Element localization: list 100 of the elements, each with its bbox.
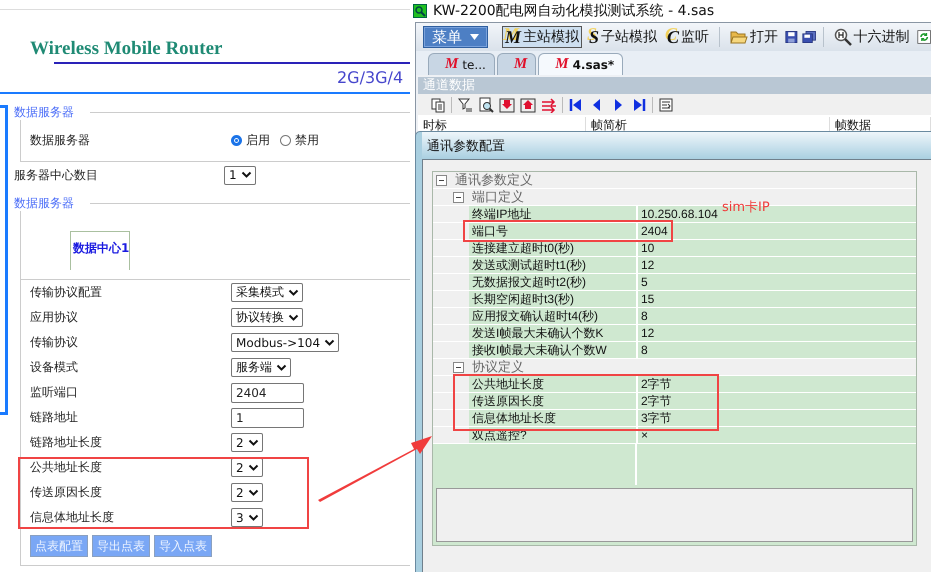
property-value: 10.250.68.104	[640, 206, 718, 222]
list-icon[interactable]	[658, 96, 674, 112]
input-field[interactable]: 1	[231, 408, 304, 428]
save-all-icon[interactable]	[802, 29, 816, 45]
dropdown[interactable]: Modbus->104	[231, 333, 340, 352]
property-name: 信息体地址长度	[469, 410, 638, 426]
property-name: 发送I帧最大未确认个数K	[469, 325, 638, 341]
property-value: 3字节	[640, 410, 672, 426]
center-tab[interactable]: 数据中心1	[70, 231, 130, 270]
property-value: 12	[640, 325, 654, 341]
row-gutter	[433, 291, 469, 307]
field-label: 链路地址长度	[30, 434, 103, 451]
filter-icon[interactable]	[457, 96, 473, 112]
property-value: 2字节	[640, 393, 672, 409]
radio-option[interactable]: 启用	[231, 132, 270, 149]
row-gutter	[433, 240, 469, 256]
tree-category[interactable]: 协议定义	[472, 358, 524, 376]
row-gutter	[433, 427, 469, 443]
save-icon[interactable]	[784, 29, 798, 45]
property-name: 传送原因长度	[469, 393, 638, 409]
input-field[interactable]: 2404	[231, 382, 304, 402]
caret-icon	[248, 464, 259, 472]
property-name: 终端IP地址	[469, 206, 638, 222]
property-name: 端口号	[469, 223, 638, 239]
panel-title: 通道数据	[418, 77, 931, 94]
property-value: 8	[640, 308, 648, 324]
property-value: 12	[640, 257, 654, 273]
property-name: 无数据报文超时t2(秒)	[469, 274, 638, 290]
tree-category[interactable]: 端口定义	[472, 188, 524, 206]
property-name: 发送或测试超时t1(秒)	[469, 257, 638, 273]
property-value: 5	[640, 274, 648, 290]
dialog-title: 通讯参数配置	[422, 132, 931, 159]
toolbar-button[interactable]: 十六进制	[830, 26, 913, 48]
search-page-icon[interactable]	[478, 96, 494, 112]
collapse-icon[interactable]	[453, 362, 464, 372]
collapse-icon[interactable]	[436, 174, 447, 186]
toolbar-button[interactable]: M主站模拟	[502, 26, 582, 48]
collapse-icon[interactable]	[453, 192, 464, 202]
dropdown[interactable]: 2	[231, 458, 263, 477]
dropdown[interactable]: 协议转换	[231, 308, 303, 327]
property-value: 2404	[640, 223, 668, 239]
download-icon[interactable]	[499, 96, 515, 112]
field-label: 信息体地址长度	[30, 509, 115, 526]
field-label: 服务器中心数目	[14, 166, 99, 184]
radio-option[interactable]: 禁用	[280, 132, 319, 149]
last-icon[interactable]	[631, 96, 647, 112]
property-value: 8	[640, 342, 648, 358]
dropdown[interactable]: 服务端	[231, 358, 291, 377]
field-label: 传送原因长度	[30, 484, 103, 501]
row-gutter	[433, 325, 469, 341]
caret-icon	[276, 364, 287, 372]
dropdown[interactable]: 采集模式	[231, 283, 303, 302]
count-select[interactable]: 1	[224, 166, 256, 184]
magnifier-icon	[834, 28, 852, 46]
document-tab[interactable]: M 4.sas*	[538, 53, 624, 75]
annotation-text: sim卡IP	[722, 199, 770, 216]
caret-icon	[240, 171, 252, 179]
toolbar-button[interactable]: C监听	[664, 26, 712, 48]
copy-icon[interactable]	[430, 96, 446, 112]
dropdown[interactable]: 2	[231, 483, 263, 502]
app-icon	[413, 4, 427, 18]
row-gutter	[433, 410, 469, 426]
field-label: 传输协议配置	[30, 284, 103, 301]
row-gutter	[433, 308, 469, 324]
property-value: 10	[640, 240, 654, 256]
property-name: 应用报文确认超时t4(秒)	[469, 308, 638, 324]
menu-button[interactable]: 菜单	[423, 26, 488, 48]
folder-icon	[730, 29, 748, 45]
row-gutter	[433, 393, 469, 409]
field-label: 监听端口	[30, 384, 79, 401]
field-label: 应用协议	[30, 309, 79, 326]
caret-icon	[248, 438, 259, 446]
tree-category[interactable]: 通讯参数定义	[455, 171, 533, 189]
caret-icon	[470, 34, 479, 40]
caret-icon	[248, 514, 259, 522]
caret-icon	[288, 314, 299, 322]
property-value: 15	[640, 291, 654, 307]
dropdown[interactable]: 3	[231, 508, 263, 527]
property-name: 公共地址长度	[469, 376, 638, 392]
refresh-icon[interactable]	[916, 28, 931, 46]
row-gutter	[433, 274, 469, 290]
section-legend: 数据服务器	[14, 104, 74, 120]
first-icon[interactable]	[568, 96, 584, 112]
window-title: KW-2200配电网自动化模拟测试系统 - 4.sas	[433, 2, 714, 20]
property-name: 长期空闲超时t3(秒)	[469, 291, 638, 307]
toolbar-button[interactable]: 打开	[726, 26, 781, 48]
property-value: 2字节	[640, 376, 672, 392]
row-gutter	[433, 223, 469, 239]
caret-icon	[248, 488, 259, 496]
field-label: 数据服务器	[30, 132, 91, 149]
caret-icon	[288, 288, 299, 296]
dropdown[interactable]: 2	[231, 433, 263, 452]
field-label: 公共地址长度	[30, 459, 103, 476]
field-label: 链路地址	[30, 409, 79, 426]
document-tab[interactable]: M te...	[428, 53, 495, 75]
toolbar-button[interactable]: S子站模拟	[586, 26, 660, 48]
caret-icon	[324, 338, 336, 346]
row-gutter	[433, 257, 469, 273]
upload-icon[interactable]	[520, 96, 536, 112]
swap-icon[interactable]	[541, 96, 557, 112]
